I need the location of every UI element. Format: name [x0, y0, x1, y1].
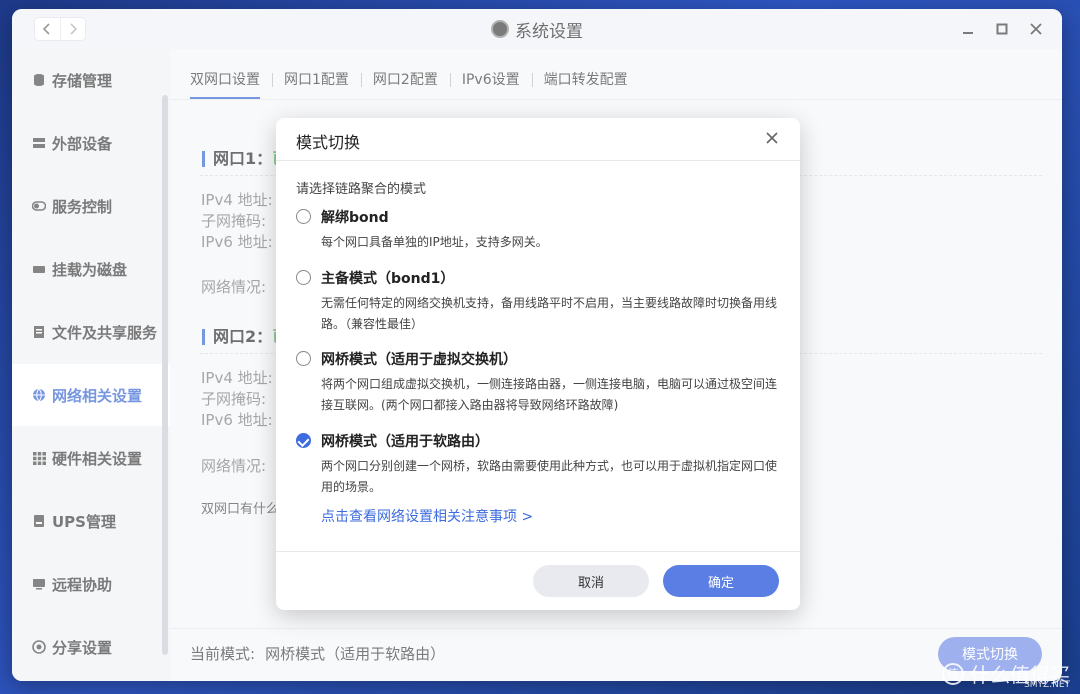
option-description: 每个网口具备单独的IP地址，支持多网关。 [321, 235, 548, 249]
watermark-logo-icon: 值 [942, 662, 964, 685]
watermark: 值 什么值得买 SMYZ.NET [942, 659, 1070, 690]
option-description: 无需任何特定的网络交换机支持，备用线路平时不启用，当主要线路故障时切换备用线路。… [321, 296, 778, 331]
option-label: 解绑bond [321, 210, 389, 226]
network-notes-link[interactable]: 点击查看网络设置相关注意事项 > [321, 506, 533, 526]
option-description: 两个网口分别创建一个网桥，软路由需要使用此种方式，也可以用于虚拟机指定网口使用的… [321, 459, 778, 494]
mode-switch-dialog: 模式切换 请选择链路聚合的模式 解绑bond 每个网口具备单独的IP地址，支持多… [276, 118, 800, 610]
option-label: 网桥模式（适用于虚拟交换机） [321, 352, 517, 368]
radio-bridge-soft-router[interactable] [296, 433, 311, 448]
confirm-button[interactable]: 确定 [663, 565, 779, 597]
dialog-header: 模式切换 [276, 118, 800, 161]
option-label: 网桥模式（适用于软路由） [321, 434, 489, 450]
dialog-footer-divider [276, 551, 800, 552]
radio-bridge-virtual-switch[interactable] [296, 351, 311, 366]
watermark-subtext: SMYZ.NET [1024, 680, 1070, 690]
dialog-title: 模式切换 [296, 133, 361, 152]
option-label: 主备模式（bond1） [321, 271, 455, 287]
cancel-button[interactable]: 取消 [533, 565, 649, 597]
option-description: 将两个网口组成虚拟交换机，一侧连接路由器，一侧连接电脑，电脑可以通过极空间连接互… [321, 377, 778, 412]
radio-unbind-bond[interactable] [296, 209, 311, 224]
dialog-prompt: 请选择链路聚合的模式 [296, 182, 427, 197]
radio-active-backup[interactable] [296, 270, 311, 285]
dialog-close-button[interactable] [762, 128, 782, 148]
close-icon [766, 132, 778, 144]
